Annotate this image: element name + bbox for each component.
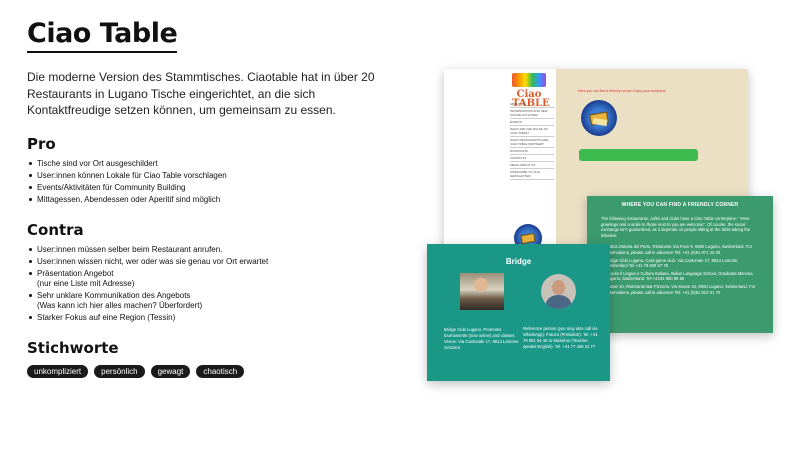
page-title: Ciao Table <box>27 18 178 53</box>
list-item: User:innen müssen selber beim Restaurant… <box>29 245 387 255</box>
site-nav: Ciao TABLE ABOUT US INFORMATIONS AND NEW… <box>444 69 556 259</box>
contra-list: User:innen müssen selber beim Restaurant… <box>27 245 387 323</box>
tag: chaotisch <box>196 364 245 378</box>
contra-heading: Contra <box>27 220 84 239</box>
list-item: Starker Fokus auf eine Region (Tessin) <box>29 313 387 323</box>
list-item-line: (Was kann ich hier alles machen? Überfor… <box>37 300 203 310</box>
intro-text: Die moderne Version des Stammtisches. Ci… <box>27 70 375 117</box>
corner-list: Antica Osteria del Porto, Ristorante Via… <box>601 244 759 295</box>
person-portrait-photo <box>541 274 576 309</box>
list-item: Mittagessen, Abendessen oder Aperitif si… <box>29 195 387 205</box>
list-item: Tische sind vor Ort ausgeschildert <box>29 159 387 169</box>
bridge-heading: Bridge <box>505 257 532 266</box>
list-item-line: (nur eine Liste mit Adresse) <box>37 278 135 288</box>
list-item: Soave 10, Ristorante Bar Pizzeria. Via S… <box>606 284 759 295</box>
list-item-line: Sehr unklare Kommunikation des Angebots <box>37 290 191 300</box>
list-item: Präsentation Angebot (nur eine Liste mit … <box>29 268 387 289</box>
sign-disk-icon <box>581 100 617 136</box>
corner-heading: WHERE YOU CAN FIND A FRIENDLY CORNER <box>621 202 739 208</box>
site-nav-item: DONATIONS <box>510 148 554 155</box>
corner-text: The following restaurants, cafés and clu… <box>601 216 751 238</box>
list-item: Antica Osteria del Porto, Ristorante Via… <box>606 244 759 255</box>
bridge-right-text: Reference person (you may also call via … <box>523 326 598 349</box>
site-nav-item: WHAT RESTAURANTS ARE CIAO TABLE PARTNER? <box>510 137 554 148</box>
tag: persönlich <box>94 364 145 378</box>
list-item: Scuola Il Lingue e Cultura Italiana, Ita… <box>606 271 759 282</box>
list-item: User:innen können Lokale für Ciao Table … <box>29 171 387 181</box>
bridge-left-text: Bridge Club Lugano. Promotes tournaments… <box>444 327 520 350</box>
list-item: Sehr unklare Kommunikation des Angebots(… <box>29 290 387 311</box>
tag-list: unkompliziert persönlich gewagt chaotisc… <box>27 364 387 378</box>
pro-list: Tische sind vor Ort ausgeschildert User:… <box>27 159 387 205</box>
keywords-heading: Stichworte <box>27 338 119 357</box>
site-red-text: Here you can find a friendly corner. Enj… <box>578 89 666 93</box>
site-nav-item: WHAT ARE THE RULES OF CIAO TABLE? <box>510 126 554 137</box>
site-nav-item: CONTACTS <box>510 155 554 162</box>
site-nav-item: INFORMATIONS AND NEW ONLINE ACTIVITIES <box>510 108 554 119</box>
list-item: Bridge Club Lugano, Card game club. Via … <box>606 258 759 269</box>
site-nav-item: SUBSCRIBE TO OUR NEWSLETTER <box>510 169 554 180</box>
pro-heading: Pro <box>27 134 56 153</box>
site-nav-list: ABOUT US INFORMATIONS AND NEW ONLINE ACT… <box>510 101 554 180</box>
bridge-screenshot: Bridge Bridge Club Lugano. Promotes tour… <box>427 244 610 381</box>
tag: gewagt <box>150 364 191 378</box>
tag: unkompliziert <box>27 364 89 378</box>
logo-mark-icon <box>512 73 546 87</box>
list-item-line: Präsentation Angebot <box>37 268 114 278</box>
list-item: Events/Aktivitäten für Community Buildin… <box>29 183 387 193</box>
list-item: User:innen wissen nicht, wer oder was si… <box>29 257 387 267</box>
site-nav-item: EVENTS <box>510 119 554 126</box>
bridge-players-photo <box>460 273 504 310</box>
site-nav-item: MEDIA ABOUT US <box>510 162 554 169</box>
friendly-corner-screenshot: WHERE YOU CAN FIND A FRIENDLY CORNER The… <box>587 196 773 333</box>
info-panel: Ciao Table Die moderne Version des Stamm… <box>27 18 387 378</box>
site-nav-item: ABOUT US <box>510 101 554 108</box>
chat-bubble <box>579 149 698 161</box>
